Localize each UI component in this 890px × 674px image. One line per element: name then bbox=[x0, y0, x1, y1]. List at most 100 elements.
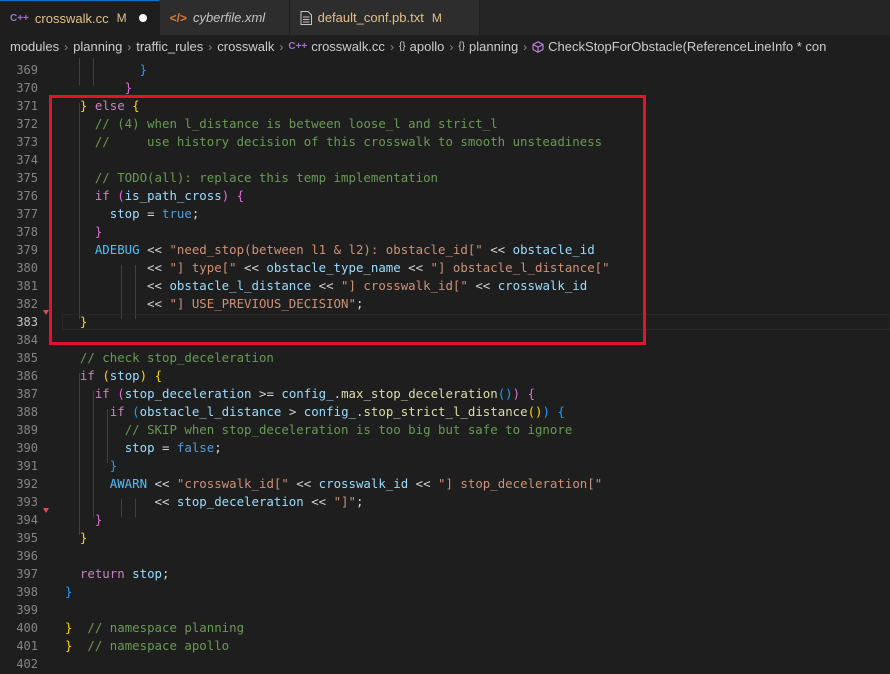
code-line[interactable]: 382 << "] USE_PREVIOUS_DECISION"; bbox=[0, 295, 890, 313]
code-line[interactable]: 387 if (stop_deceleration >= config_.max… bbox=[0, 385, 890, 403]
cpp-file-icon: C++ bbox=[288, 41, 308, 52]
code-line[interactable]: 392 AWARN << "crosswalk_id[" << crosswal… bbox=[0, 475, 890, 493]
code-line[interactable]: 378 } bbox=[0, 223, 890, 241]
tab-bar: C++ crosswalk.cc M </> cyberfile.xml def… bbox=[0, 0, 890, 35]
code-token: // TODO(all): replace this temp implemen… bbox=[94, 170, 438, 185]
breadcrumb-crosswalk[interactable]: crosswalk bbox=[217, 39, 274, 54]
code-token: stop_deceleration bbox=[176, 494, 304, 509]
line-number: 370 bbox=[16, 81, 38, 95]
code-line[interactable]: 377 stop = true; bbox=[0, 205, 890, 223]
code-line[interactable]: 371 } else { bbox=[0, 97, 890, 115]
code-token: } bbox=[109, 458, 118, 473]
code-line[interactable]: 391 } bbox=[0, 457, 890, 475]
code-token: config_ bbox=[281, 386, 334, 401]
code-line[interactable]: 375 // TODO(all): replace this temp impl… bbox=[0, 169, 890, 187]
code-line[interactable]: 380 << "] type[" << obstacle_type_name <… bbox=[0, 259, 890, 277]
code-line[interactable]: 381 << obstacle_l_distance << "] crosswa… bbox=[0, 277, 890, 295]
unsaved-dot-icon[interactable] bbox=[138, 14, 147, 22]
modified-badge: M bbox=[431, 10, 442, 25]
code-token: obstacle_l_distance bbox=[139, 404, 282, 419]
code-line[interactable]: 370 } bbox=[0, 79, 890, 97]
code-text: stop = true; bbox=[65, 205, 200, 223]
code-token: << bbox=[482, 242, 513, 257]
code-line[interactable]: 398} bbox=[0, 583, 890, 601]
tab-label: cyberfile.xml bbox=[192, 10, 266, 25]
breadcrumb-planning[interactable]: planning bbox=[73, 39, 122, 54]
breadcrumb-namespace-planning[interactable]: planning bbox=[469, 39, 518, 54]
code-line[interactable]: 390 stop = false; bbox=[0, 439, 890, 457]
code-line[interactable]: 379 ADEBUG << "need_stop(between l1 & l2… bbox=[0, 241, 890, 259]
tab-cyberfile-xml[interactable]: </> cyberfile.xml bbox=[159, 0, 290, 35]
code-line[interactable]: 395 } bbox=[0, 529, 890, 547]
code-token: false bbox=[176, 440, 215, 455]
code-token: ; bbox=[355, 296, 364, 311]
code-line[interactable]: 373 // use history decision of this cros… bbox=[0, 133, 890, 151]
code-token: stop bbox=[132, 566, 162, 581]
code-line[interactable]: 386 if (stop) { bbox=[0, 367, 890, 385]
code-token: crosswalk_id bbox=[497, 278, 588, 293]
breadcrumb-traffic-rules[interactable]: traffic_rules bbox=[136, 39, 203, 54]
code-token: () bbox=[527, 404, 543, 419]
code-token: . bbox=[333, 386, 342, 401]
code-line[interactable]: 385 // check stop_deceleration bbox=[0, 349, 890, 367]
code-token: "] crosswalk_id[" bbox=[341, 278, 468, 293]
code-token: "] stop_deceleration[" bbox=[438, 476, 603, 491]
code-token: } bbox=[94, 512, 103, 527]
code-token: true bbox=[162, 206, 192, 221]
code-editor[interactable]: 369 } 370 } 371 } else {372 // (4) when l_… bbox=[0, 58, 890, 674]
code-line[interactable]: 394 } bbox=[0, 511, 890, 529]
breadcrumb-file[interactable]: crosswalk.cc bbox=[311, 39, 385, 54]
breadcrumb-modules[interactable]: modules bbox=[10, 39, 59, 54]
line-number: 373 bbox=[16, 135, 38, 149]
code-token: obstacle_l_distance bbox=[169, 278, 312, 293]
code-line[interactable]: 374 bbox=[0, 151, 890, 169]
code-token: "] type[" bbox=[169, 260, 237, 275]
code-line[interactable]: 393 << stop_deceleration << "]"; bbox=[0, 493, 890, 511]
code-line[interactable]: 401} // namespace apollo bbox=[0, 637, 890, 655]
code-line[interactable]: 396 bbox=[0, 547, 890, 565]
breadcrumb-namespace-apollo[interactable]: apollo bbox=[410, 39, 445, 54]
code-token: << bbox=[467, 278, 498, 293]
code-token: obstacle_id bbox=[512, 242, 595, 257]
line-number: 390 bbox=[16, 441, 38, 455]
breadcrumb-function[interactable]: CheckStopForObstacle(ReferenceLineInfo *… bbox=[548, 39, 826, 54]
code-line[interactable]: 402 bbox=[0, 655, 890, 673]
code-token: "crosswalk_id[" bbox=[176, 476, 289, 491]
tab-crosswalk-cc[interactable]: C++ crosswalk.cc M bbox=[0, 0, 160, 35]
code-token: config_ bbox=[303, 404, 356, 419]
code-line[interactable]: 399 bbox=[0, 601, 890, 619]
tab-label: crosswalk.cc bbox=[34, 10, 109, 26]
code-token: } bbox=[139, 62, 148, 77]
line-number: 398 bbox=[16, 585, 38, 599]
tab-default-conf[interactable]: default_conf.pb.txt M bbox=[289, 0, 480, 35]
code-line[interactable]: 369 } bbox=[0, 61, 890, 79]
line-number: 382 bbox=[16, 297, 38, 311]
code-line[interactable]: 372 // (4) when l_distance is between lo… bbox=[0, 115, 890, 133]
code-text: } bbox=[65, 457, 117, 475]
code-text: ADEBUG << "need_stop(between l1 & l2): o… bbox=[65, 241, 595, 259]
code-line[interactable]: 389 // SKIP when stop_deceleration is to… bbox=[0, 421, 890, 439]
code-line[interactable]: 384 bbox=[0, 331, 890, 349]
line-number: 385 bbox=[16, 351, 38, 365]
code-line[interactable]: 400} // namespace planning bbox=[0, 619, 890, 637]
code-token: >= bbox=[251, 386, 282, 401]
code-token: = bbox=[139, 206, 162, 221]
line-number: 381 bbox=[16, 279, 38, 293]
line-number: 374 bbox=[16, 153, 38, 167]
code-line[interactable]: 397 return stop; bbox=[0, 565, 890, 583]
code-text: AWARN << "crosswalk_id[" << crosswalk_id… bbox=[65, 475, 602, 493]
code-line[interactable]: 388 if (obstacle_l_distance > config_.st… bbox=[0, 403, 890, 421]
code-line[interactable]: 376 if (is_path_cross) { bbox=[0, 187, 890, 205]
code-line[interactable]: 383 } bbox=[0, 313, 890, 331]
namespace-icon: {} bbox=[398, 41, 406, 52]
code-text: << stop_deceleration << "]"; bbox=[65, 493, 364, 511]
